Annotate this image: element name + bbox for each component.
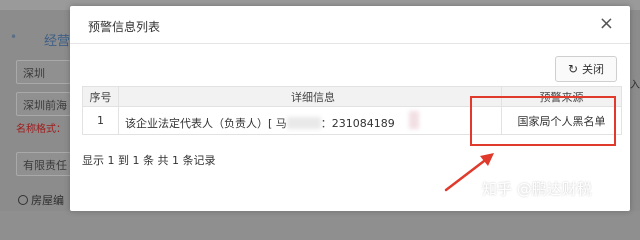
column-header-detail[interactable]: 详细信息	[118, 86, 502, 107]
dialog-title: 预警信息列表	[88, 20, 161, 34]
redaction-mark	[286, 116, 321, 129]
close-button[interactable]: ↻ 关闭	[555, 56, 617, 82]
background-name-format-hint: 名称格式：	[16, 124, 66, 135]
row-number: 1	[82, 106, 119, 135]
background-radio-option: 房屋编	[18, 192, 64, 208]
refresh-icon: ↻	[567, 62, 579, 76]
column-header-no[interactable]: 序号	[82, 86, 119, 107]
pagination-info: 显示 1 到 1 条 共 1 条记录	[82, 154, 216, 167]
radio-circle-icon	[18, 195, 28, 205]
close-icon[interactable]: ×	[599, 15, 614, 33]
row-detail-id: ：231084189	[320, 116, 395, 130]
dialog-header: 预警信息列表 ×	[70, 6, 630, 44]
bullet-icon: •	[10, 30, 18, 44]
background-section-title: 经营	[44, 34, 71, 49]
highlight-box	[470, 96, 616, 146]
watermark: 知乎 @鹏达财税	[482, 180, 592, 198]
background-radio-label: 房屋编	[31, 194, 64, 207]
row-detail-prefix: 该企业法定代表人（负责人）[ 马	[125, 116, 287, 130]
background-field-city: 深圳	[16, 60, 74, 84]
row-detail: 该企业法定代表人（负责人）[ 马 ：231084189	[118, 106, 502, 135]
redaction-mark	[408, 110, 419, 129]
close-button-label: 关闭	[582, 63, 605, 76]
background-side-text: 入	[630, 80, 640, 91]
background-field-company-type: 有限责任	[16, 152, 74, 176]
background-field-district: 深圳前海	[16, 92, 74, 116]
